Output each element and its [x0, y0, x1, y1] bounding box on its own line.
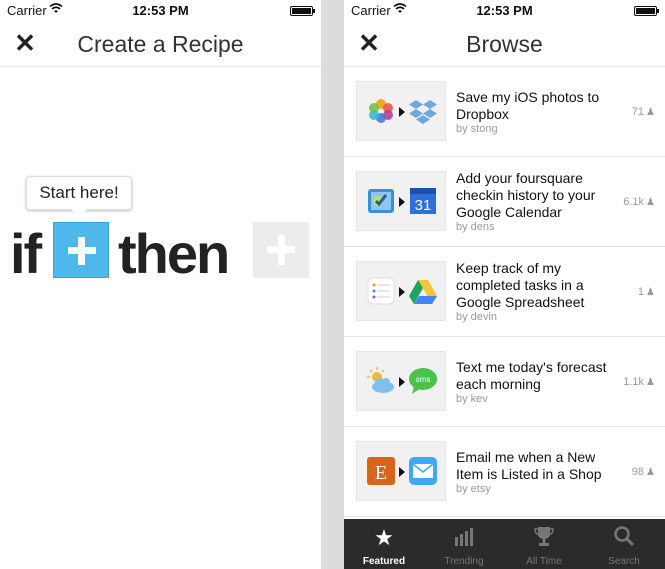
foursquare-icon: [368, 189, 394, 213]
dropbox-icon: [409, 100, 437, 124]
recipe-count: 71 ♟: [632, 106, 655, 118]
recipe-author: by kev: [456, 393, 488, 405]
arrow-icon: [399, 197, 405, 207]
tooltip-arrow: [71, 209, 87, 217]
arrow-icon: [399, 287, 405, 297]
status-time: 12:53 PM: [132, 3, 189, 18]
recipe-row[interactable]: Keep track of my completed tasks in a Go…: [344, 247, 665, 337]
status-bar: Carrier 12:53 PM: [0, 0, 321, 22]
status-time: 12:53 PM: [476, 3, 533, 18]
reminders-icon: [367, 277, 395, 305]
email-icon: [409, 457, 437, 485]
recipe-row[interactable]: Save my iOS photos to Dropbox by stong 7…: [344, 67, 665, 157]
then-label: then: [118, 222, 230, 285]
count-value: 6.1k: [623, 196, 645, 208]
svg-text:31: 31: [415, 197, 432, 214]
sms-icon: sms: [409, 368, 437, 394]
recipe-row[interactable]: 31 Add your foursquare checkin history t…: [344, 157, 665, 247]
add-trigger-button[interactable]: [53, 222, 109, 278]
ios-photos-icon: [369, 99, 393, 123]
create-recipe-screen: Carrier 12:53 PM ✕ Create a Recipe Start…: [0, 0, 321, 569]
arrow-icon: [399, 377, 405, 387]
recipe-author: by stong: [456, 123, 498, 135]
person-icon: ♟: [646, 107, 655, 118]
tab-search[interactable]: Search: [584, 519, 664, 569]
person-icon: ♟: [646, 377, 655, 388]
battery-icon: [290, 6, 315, 16]
recipe-icons: E: [356, 441, 446, 501]
recipe-count: 1 ♟: [638, 286, 655, 298]
count-value: 98: [631, 466, 645, 478]
google-calendar-icon: 31: [410, 188, 436, 214]
recipe-title: Keep track of my completed tasks in a Go…: [456, 260, 585, 310]
arrow-icon: [399, 467, 405, 477]
recipe-title: Text me today's forecast each morning: [456, 359, 607, 392]
recipe-icons: [356, 81, 446, 141]
recipe-title: Add your foursquare checkin history to y…: [456, 170, 596, 220]
page-title: Browse: [466, 31, 543, 57]
tab-bar: ★ Featured Trending All Time Search: [344, 519, 665, 569]
if-label: if: [10, 222, 42, 285]
navbar: ✕ Create a Recipe: [0, 22, 321, 67]
recipe-icons: 31: [356, 171, 446, 231]
recipe-row[interactable]: sms Text me today's forecast each mornin…: [344, 337, 665, 427]
recipe-count: 6.1k ♟: [623, 196, 655, 208]
status-bar: Carrier 12:53 PM: [344, 0, 665, 22]
tab-all-time[interactable]: All Time: [504, 519, 584, 569]
etsy-icon: E: [367, 457, 395, 485]
battery-icon: [634, 6, 659, 16]
trophy-icon: [504, 525, 584, 551]
tab-featured[interactable]: ★ Featured: [344, 519, 424, 569]
recipe-list: Save my iOS photos to Dropbox by stong 7…: [344, 67, 665, 519]
google-drive-icon: [409, 280, 437, 304]
recipe-author: by devin: [456, 311, 497, 323]
add-action-button: [253, 222, 309, 278]
tab-trending[interactable]: Trending: [424, 519, 504, 569]
arrow-icon: [399, 107, 405, 117]
recipe-author: by etsy: [456, 483, 491, 495]
bars-icon: [424, 525, 504, 551]
browse-screen: Carrier 12:53 PM ✕ Browse Save my iOS ph…: [344, 0, 665, 569]
weather-icon: [367, 367, 394, 393]
tab-label: Featured: [362, 556, 406, 567]
person-icon: ♟: [646, 197, 655, 208]
recipe-title: Email me when a New Item is Listed in a …: [456, 449, 602, 482]
count-value: 71: [631, 106, 645, 118]
tab-label: Trending: [444, 556, 484, 567]
tab-label: All Time: [526, 556, 562, 567]
search-icon: [584, 525, 664, 551]
recipe-title: Save my iOS photos to Dropbox: [456, 89, 600, 122]
count-value: 1.1k: [623, 376, 645, 388]
start-here-tooltip: Start here!: [26, 176, 132, 210]
recipe-count: 98 ♟: [632, 466, 655, 478]
recipe-author: by dens: [456, 221, 495, 233]
star-icon: ★: [374, 525, 394, 550]
page-title: Create a Recipe: [77, 31, 244, 57]
recipe-icons: [356, 261, 446, 321]
recipe-count: 1.1k ♟: [623, 376, 655, 388]
svg-text:sms: sms: [416, 375, 431, 384]
tab-label: Search: [608, 556, 640, 567]
person-icon: ♟: [646, 287, 655, 298]
recipe-row[interactable]: E Email me when a New Item is Listed in …: [344, 427, 665, 517]
person-icon: ♟: [646, 467, 655, 478]
navbar: ✕ Browse: [344, 22, 665, 67]
count-value: 1: [637, 286, 645, 298]
recipe-icons: sms: [356, 351, 446, 411]
svg-text:E: E: [375, 462, 387, 484]
